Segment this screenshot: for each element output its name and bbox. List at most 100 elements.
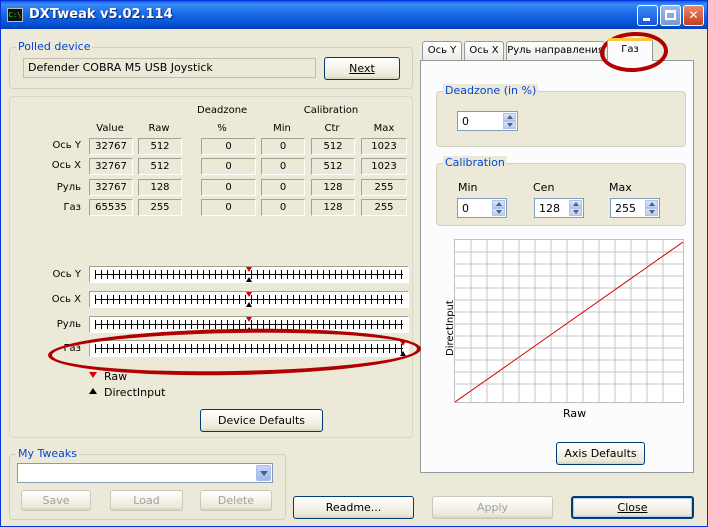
- slider-label-axis-y: Ось Y: [52, 269, 81, 280]
- my-tweaks-label: My Tweaks: [16, 447, 80, 460]
- deadzone-spinner[interactable]: 0: [457, 111, 518, 131]
- spin-down-icon[interactable]: [569, 208, 582, 216]
- spin-down-icon[interactable]: [503, 121, 516, 129]
- response-curve-graph: [454, 239, 684, 403]
- directinput-legend-label: DirectInput: [104, 386, 166, 399]
- app-icon: C:\: [7, 8, 23, 22]
- cell-max: 255: [361, 199, 407, 216]
- max-value: 255: [615, 202, 636, 215]
- col-deadzone-pct: %: [217, 123, 227, 134]
- cell-value: 32767: [89, 138, 133, 155]
- cell-ctr: 128: [311, 179, 355, 196]
- tab-throttle[interactable]: Газ: [607, 38, 653, 61]
- delete-tweak-button[interactable]: Delete: [200, 490, 272, 511]
- tab-rudder[interactable]: Руль направления: [506, 41, 605, 60]
- title-bar[interactable]: C:\ DXTweak v5.02.114 ✕: [1, 1, 707, 29]
- spin-up-icon[interactable]: [645, 200, 658, 208]
- directinput-marker: [246, 277, 252, 282]
- slider-label-axis-x: Ось X: [51, 294, 81, 305]
- cell-min: 0: [261, 199, 305, 216]
- maximize-icon: [665, 10, 676, 20]
- chevron-down-icon[interactable]: [256, 465, 271, 481]
- load-tweak-button[interactable]: Load: [110, 490, 183, 511]
- next-device-button[interactable]: Next: [324, 57, 400, 80]
- spin-down-icon[interactable]: [492, 208, 505, 216]
- directinput-marker: [246, 302, 252, 307]
- tab-axis-y[interactable]: Ось Y: [422, 41, 462, 60]
- minimize-icon: [643, 18, 650, 21]
- row-label-axis-x: Ось X: [51, 160, 81, 171]
- cell-max: 255: [361, 179, 407, 196]
- cell-value: 32767: [89, 158, 133, 175]
- raw-marker: [246, 267, 252, 272]
- raw-legend-icon: [89, 372, 97, 378]
- cell-ctr: 512: [311, 158, 355, 175]
- row-label-axis-y: Ось Y: [52, 140, 81, 151]
- maximize-button[interactable]: [660, 5, 681, 26]
- cell-min: 0: [261, 179, 305, 196]
- row-label-throttle: Газ: [63, 202, 81, 213]
- window-title: DXTweak v5.02.114: [29, 7, 173, 22]
- col-raw: Raw: [148, 123, 170, 134]
- slider-label-rudder: Руль: [56, 319, 81, 330]
- deadzone-label: Deadzone (in %): [443, 84, 539, 97]
- tweaks-dropdown[interactable]: [17, 463, 273, 483]
- cell-ctr: 128: [311, 199, 355, 216]
- minimize-button[interactable]: [637, 5, 658, 26]
- raw-marker: [246, 292, 252, 297]
- col-min: Min: [273, 123, 291, 134]
- row-label-rudder: Руль: [56, 182, 81, 193]
- deadzone-header: Deadzone: [197, 105, 248, 116]
- graph-ylabel: DirectInput: [445, 300, 456, 356]
- close-icon: ✕: [688, 8, 699, 22]
- col-max: Max: [373, 123, 395, 134]
- cell-raw: 128: [138, 179, 182, 196]
- calibration-label: Calibration: [443, 156, 507, 169]
- close-window-button[interactable]: ✕: [683, 5, 704, 26]
- col-ctr: Ctr: [324, 123, 340, 134]
- tab-axis-x[interactable]: Ось X: [464, 41, 504, 60]
- max-spinner[interactable]: 255: [610, 198, 660, 218]
- spin-up-icon[interactable]: [503, 113, 516, 121]
- polled-device-label: Polled device: [16, 40, 93, 53]
- cell-deadzone: 0: [201, 179, 256, 196]
- response-curve-svg: [455, 240, 683, 402]
- spin-down-icon[interactable]: [645, 208, 658, 216]
- col-value: Value: [96, 123, 124, 134]
- apply-button[interactable]: Apply: [432, 496, 553, 519]
- device-defaults-button[interactable]: Device Defaults: [200, 409, 323, 432]
- cell-deadzone: 0: [201, 138, 256, 155]
- cell-raw: 255: [138, 199, 182, 216]
- cell-deadzone: 0: [201, 158, 256, 175]
- min-label: Min: [458, 181, 478, 194]
- readme-button[interactable]: Readme...: [293, 496, 414, 519]
- slider-axis-y: [89, 266, 409, 283]
- graph-xlabel: Raw: [563, 407, 587, 420]
- min-spinner[interactable]: 0: [457, 198, 507, 218]
- cen-spinner[interactable]: 128: [534, 198, 584, 218]
- response-curve-line: [455, 241, 683, 402]
- directinput-legend-icon: [89, 388, 97, 394]
- cell-min: 0: [261, 158, 305, 175]
- cen-value: 128: [539, 202, 560, 215]
- cell-ctr: 512: [311, 138, 355, 155]
- min-value: 0: [462, 202, 469, 215]
- calibration-header: Calibration: [303, 105, 359, 116]
- axis-defaults-button[interactable]: Axis Defaults: [556, 442, 645, 465]
- device-name-field: Defender COBRA M5 USB Joystick: [23, 58, 316, 78]
- cen-label: Cen: [533, 181, 555, 194]
- spin-up-icon[interactable]: [492, 200, 505, 208]
- deadzone-value: 0: [462, 115, 469, 128]
- save-tweak-button[interactable]: Save: [21, 490, 91, 511]
- cell-deadzone: 0: [201, 199, 256, 216]
- next-label: Next: [349, 62, 375, 75]
- slider-axis-x: [89, 291, 409, 308]
- cell-max: 1023: [361, 138, 407, 155]
- spin-up-icon[interactable]: [569, 200, 582, 208]
- close-label: Close: [617, 501, 648, 514]
- cell-value: 32767: [89, 179, 133, 196]
- close-button[interactable]: Close: [571, 496, 694, 519]
- cell-raw: 512: [138, 138, 182, 155]
- cell-raw: 512: [138, 158, 182, 175]
- cell-value: 65535: [89, 199, 133, 216]
